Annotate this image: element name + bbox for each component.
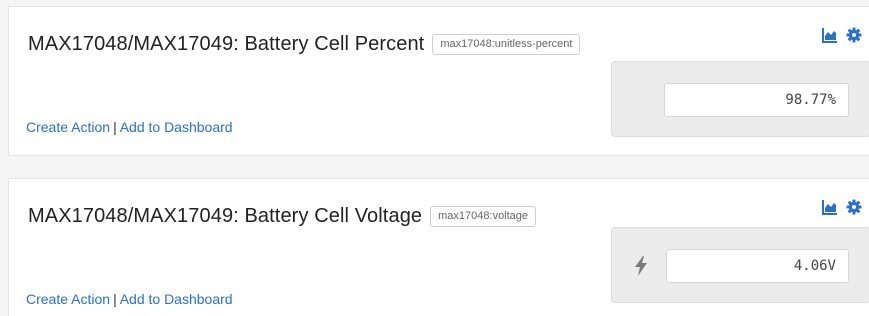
gear-icon[interactable] — [846, 199, 862, 215]
card-links: Create Action | Add to Dashboard — [26, 119, 233, 135]
value-readout: 4.06V — [666, 249, 849, 283]
sensor-card-battery-percent: MAX17048/MAX17049: Battery Cell Percent … — [8, 6, 869, 156]
sensor-list: MAX17048/MAX17049: Battery Cell Percent … — [0, 0, 869, 316]
card-actions — [822, 27, 862, 43]
card-links: Create Action | Add to Dashboard — [26, 291, 233, 307]
value-panel: 4.06V — [611, 227, 869, 303]
value-readout: 98.77% — [664, 83, 849, 117]
card-title: MAX17048/MAX17049: Battery Cell Percent — [28, 33, 425, 55]
value-panel: 98.77% — [611, 61, 869, 137]
link-separator: | — [113, 291, 117, 307]
gear-icon[interactable] — [846, 27, 862, 43]
add-to-dashboard-link[interactable]: Add to Dashboard — [120, 119, 233, 135]
add-to-dashboard-link[interactable]: Add to Dashboard — [120, 291, 233, 307]
chart-icon[interactable] — [822, 27, 838, 43]
sensor-key-tag: max17048:unitless-percent — [432, 34, 581, 55]
create-action-link[interactable]: Create Action — [26, 291, 110, 307]
card-header: MAX17048/MAX17049: Battery Cell Voltage … — [28, 205, 537, 228]
card-title: MAX17048/MAX17049: Battery Cell Voltage — [28, 205, 423, 227]
sensor-key-tag: max17048:voltage — [430, 206, 537, 227]
create-action-link[interactable]: Create Action — [26, 119, 110, 135]
sensor-card-battery-voltage: MAX17048/MAX17049: Battery Cell Voltage … — [8, 178, 869, 316]
bolt-icon — [634, 256, 648, 276]
chart-icon[interactable] — [822, 199, 838, 215]
card-header: MAX17048/MAX17049: Battery Cell Percent … — [28, 33, 581, 56]
card-actions — [822, 199, 862, 215]
link-separator: | — [113, 119, 117, 135]
